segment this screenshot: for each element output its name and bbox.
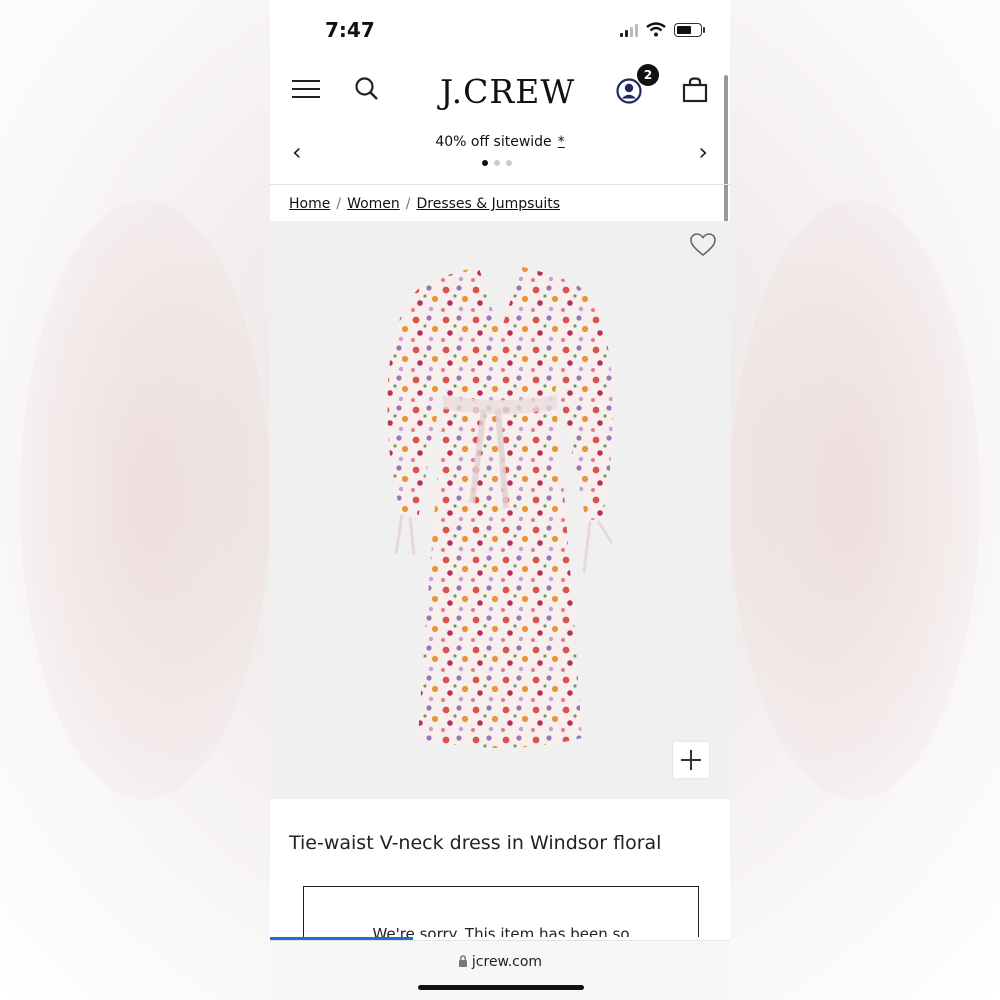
signal-icon [620, 23, 638, 37]
url-display[interactable]: jcrew.com [270, 954, 730, 970]
status-bar: 7:47 [270, 0, 730, 60]
page-load-progress [270, 937, 413, 940]
search-icon[interactable] [354, 76, 380, 102]
background-blur-right [730, 200, 980, 800]
phone-screen: 7:47 J.CREW 2 ‹ 40% off sitewide * › Hom… [270, 0, 730, 1000]
background-blur-left [20, 200, 270, 800]
promo-message[interactable]: 40% off sitewide * [270, 134, 730, 150]
site-header: J.CREW 2 [270, 60, 730, 125]
promo-dot[interactable] [506, 160, 512, 166]
chevron-right-icon[interactable]: › [698, 138, 708, 166]
account-icon[interactable] [616, 78, 642, 104]
zoom-button[interactable] [672, 741, 710, 779]
promo-details-link[interactable]: * [558, 134, 565, 150]
menu-icon[interactable] [292, 80, 320, 100]
browser-address-bar[interactable]: jcrew.com [270, 940, 730, 1000]
status-time: 7:47 [325, 18, 375, 42]
battery-icon [674, 22, 705, 37]
promo-banner: ‹ 40% off sitewide * › [270, 128, 730, 185]
product-title: Tie-waist V-neck dress in Windsor floral [289, 832, 662, 854]
promo-dot[interactable] [482, 160, 488, 166]
plus-icon [681, 750, 701, 770]
wifi-icon [646, 22, 666, 37]
breadcrumb-women[interactable]: Women [347, 196, 400, 212]
promo-pagination [482, 160, 512, 166]
dress-illustration [387, 263, 614, 748]
breadcrumb: Home / Women / Dresses & Jumpsuits [289, 196, 561, 212]
bag-icon[interactable] [682, 77, 708, 103]
status-icons [620, 22, 705, 37]
heart-icon[interactable] [690, 233, 716, 257]
account-badge: 2 [637, 64, 659, 86]
breadcrumb-home[interactable]: Home [289, 196, 330, 212]
home-indicator[interactable] [418, 985, 584, 990]
product-image[interactable] [270, 221, 730, 799]
promo-dot[interactable] [494, 160, 500, 166]
breadcrumb-dresses[interactable]: Dresses & Jumpsuits [417, 196, 561, 212]
lock-icon [458, 955, 467, 967]
site-logo[interactable]: J.CREW [440, 72, 575, 111]
